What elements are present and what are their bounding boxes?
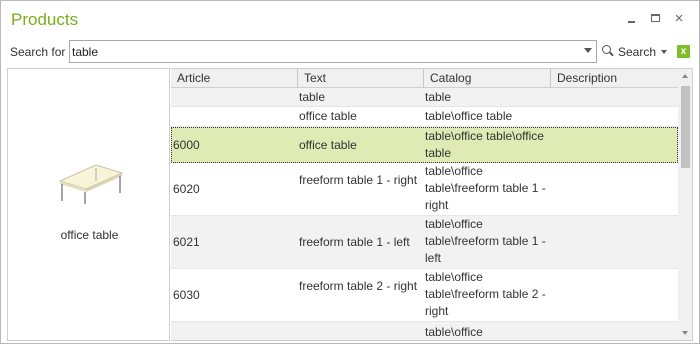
chevron-down-icon[interactable] xyxy=(584,48,592,53)
window-title: Products xyxy=(11,10,79,29)
scroll-up-icon[interactable] xyxy=(682,74,688,78)
search-label: Search for xyxy=(10,45,66,59)
search-button-label: Search xyxy=(618,45,657,59)
table-row[interactable]: 6020 freeform table 1 - right table\offi… xyxy=(171,163,678,216)
title-bar: Products × xyxy=(1,1,699,39)
excel-icon[interactable]: x xyxy=(677,45,690,58)
search-button[interactable]: Search xyxy=(601,43,669,61)
vertical-scrollbar[interactable] xyxy=(678,69,692,340)
minimize-icon[interactable] xyxy=(625,12,639,26)
table-row[interactable]: office table table\office table xyxy=(171,107,678,127)
table-row[interactable]: 6021 freeform table 1 - left table\offic… xyxy=(171,216,678,269)
scroll-down-icon[interactable] xyxy=(682,331,688,335)
search-input[interactable] xyxy=(72,43,577,60)
column-header-article[interactable]: Article xyxy=(171,69,298,88)
search-combobox[interactable] xyxy=(69,40,597,63)
column-header-catalog[interactable]: Catalog xyxy=(424,69,551,88)
office-table-image xyxy=(58,164,124,204)
table-row[interactable]: table\office xyxy=(171,322,678,340)
chevron-down-icon[interactable] xyxy=(661,50,667,54)
grid-header: Article Text Catalog Description xyxy=(171,69,678,88)
column-header-text[interactable]: Text xyxy=(298,69,424,88)
search-bar: Search for Search x xyxy=(1,40,699,64)
table-row[interactable]: table table xyxy=(171,88,678,107)
close-icon[interactable]: × xyxy=(672,11,686,26)
scroll-thumb[interactable] xyxy=(681,86,690,168)
products-window: Products × Search for Search x office ta xyxy=(0,0,700,344)
table-row[interactable]: 6030 freeform table 2 - right table\offi… xyxy=(171,269,678,322)
maximize-icon[interactable] xyxy=(649,12,663,26)
preview-label: office table xyxy=(60,228,119,242)
table-row-selected[interactable]: 6000 office table table\office table\off… xyxy=(171,127,678,163)
column-header-description[interactable]: Description xyxy=(551,69,678,88)
products-grid: Article Text Catalog Description table t… xyxy=(171,68,693,341)
product-preview: office table xyxy=(7,68,170,341)
